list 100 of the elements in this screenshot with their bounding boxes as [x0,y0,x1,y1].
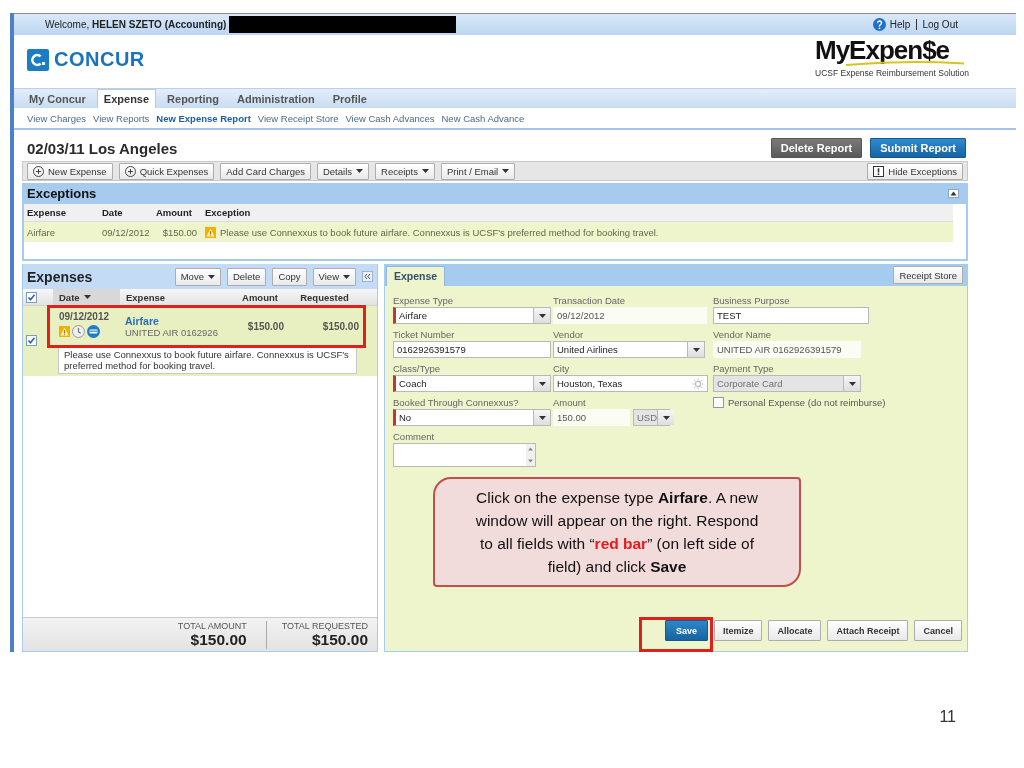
column-header[interactable]: Expense [120,289,230,305]
amount-text: $150.00 [321,320,360,332]
column-header: Expense [26,207,68,218]
panel-button[interactable]: Copy [272,267,307,286]
toolbar-button[interactable]: New Expense [27,162,113,180]
brand-title: MyExpen$e [815,37,950,63]
checkbox[interactable] [713,397,724,408]
column-header[interactable]: Requested [290,289,377,305]
toolbar-button[interactable]: Receipts [375,162,435,180]
slide-number: 11 [939,708,956,726]
toolbar-button[interactable]: Quick Expenses [118,162,215,180]
header-link[interactable]: Help [889,19,911,30]
panel-button[interactable]: Delete [226,267,267,286]
select-field[interactable]: United Airlines [553,341,705,358]
field-label: Comment [393,431,435,442]
lookup-field[interactable]: Houston, Texas [553,375,708,392]
warning-icon [59,326,70,337]
select-field[interactable]: Airfare [393,307,551,324]
up-caret-icon[interactable] [948,189,959,198]
table-cell-text: $150.00 [161,226,198,238]
clock-icon [72,325,85,338]
toolbar-button[interactable]: Add Card Charges [220,162,311,180]
form-button[interactable]: Save [664,620,708,641]
select-field[interactable]: Coach [393,375,551,392]
form-button[interactable]: Itemize [713,620,763,641]
checkbox[interactable] [26,334,37,346]
field-label: Ticket Number [393,329,455,340]
caret-icon [538,381,546,386]
exclamation-icon [873,165,885,177]
caret-icon [83,295,91,299]
caret-icon [356,169,363,173]
callout-note: Click on the expense type Airfare. A new window will appear on the right. Respond to all fields with “red bar” (on left side of field) and click Save [433,477,801,587]
form-button[interactable]: Cancel [914,620,962,641]
text-field[interactable]: TEST [713,307,869,324]
panel-title: Expenses [27,268,93,285]
caret-icon [502,169,510,173]
textarea-field[interactable] [393,443,536,467]
plus-circle-icon [33,165,44,177]
amount-text: $150.00 [246,320,285,332]
subnav-link[interactable]: View Receipt Store [257,112,339,124]
logo-icon [27,48,49,71]
total-value: $150.00 [311,630,368,649]
panel-title: Exceptions [27,186,97,201]
subnav-link[interactable]: View Charges [27,112,86,124]
double-chevron-icon[interactable] [362,271,373,282]
toolbar-button[interactable]: Details [316,162,369,180]
field-label: Vendor [553,329,584,340]
column-header: Date [101,207,124,218]
expense-type-link[interactable]: Airfare [125,315,159,327]
total-label: TOTAL REQUESTED [281,620,368,631]
toolbar-button[interactable]: Print / Email [441,162,516,180]
field-label: Amount [553,397,586,408]
panel-button[interactable]: View [312,267,356,286]
nav-tab[interactable]: Expense [96,89,157,108]
subnav-link[interactable]: View Cash Advances [345,112,435,124]
welcome-text: Welcome, HELEN SZETO (Accounting) [45,19,227,30]
field-label: City [553,363,570,374]
brand-subtitle: UCSF Expense Reimbursement Solution [815,68,969,78]
field-label: Payment Type [713,363,774,374]
note-text: Please use Connexxus to book future airfare. Connexxus is UCSF's preferred method for booking travel. [58,346,357,374]
nav-tab[interactable]: My Concur [22,89,93,108]
select-field[interactable]: No [393,409,551,426]
column-header[interactable]: Amount [230,289,290,305]
form-tab[interactable]: Expense [386,266,446,286]
toggle-button[interactable]: Hide Exceptions [867,162,963,180]
field-label: Vendor Name [713,329,772,340]
plus-circle-icon [124,165,136,177]
table-cell-text: Airfare [26,226,56,238]
nav-tab[interactable]: Reporting [160,89,227,108]
field-label: Booked Through Connexxus? [393,397,519,408]
logo-text: CONCUR [54,48,145,71]
subnav-link[interactable]: New Cash Advance [441,112,525,124]
column-header[interactable]: Date [53,289,120,305]
field-label: Transaction Date [553,295,625,306]
caret-icon [422,169,429,173]
total-label: TOTAL AMOUNT [177,620,247,631]
subnav-link[interactable]: View Reports [92,112,150,124]
caret-icon [662,415,670,420]
form-button[interactable]: Allocate [768,620,822,641]
caret-icon [692,347,700,352]
nav-tab[interactable]: Profile [325,89,374,108]
caret-icon [538,415,546,420]
header-link[interactable]: Log Out [916,19,958,30]
warning-icon [205,226,216,238]
card-icon [87,325,100,338]
report-action-button[interactable]: Delete Report [770,138,863,158]
spinner-icon [692,377,704,390]
report-action-button[interactable]: Submit Report [870,138,966,158]
checkbox[interactable] [26,291,37,303]
panel-button[interactable]: Move [174,267,221,286]
date-text: 09/12/2012 [59,311,111,322]
text-field[interactable]: 0162926391579 [393,341,551,358]
exception-text: Please use Connexxus to book future airfare. Connexxus is UCSF's preferred method for booking travel. [220,226,659,238]
nav-tab[interactable]: Administration [230,89,322,108]
subnav-link[interactable]: New Expense Report [156,112,251,124]
form-button[interactable]: Attach Receipt [827,620,909,641]
report-title: 02/03/11 Los Angeles [27,139,178,157]
column-header: Amount [155,207,193,218]
expense-row[interactable]: 09/12/2012 Airfare UNITED AIR 0162926 $150.00 $150.00 Please use Connexxus to book future airfare. Connexxus is UCSF's preferred method for booking travel. [23,306,377,376]
receipt-store-button[interactable]: Receipt Store [893,266,963,284]
